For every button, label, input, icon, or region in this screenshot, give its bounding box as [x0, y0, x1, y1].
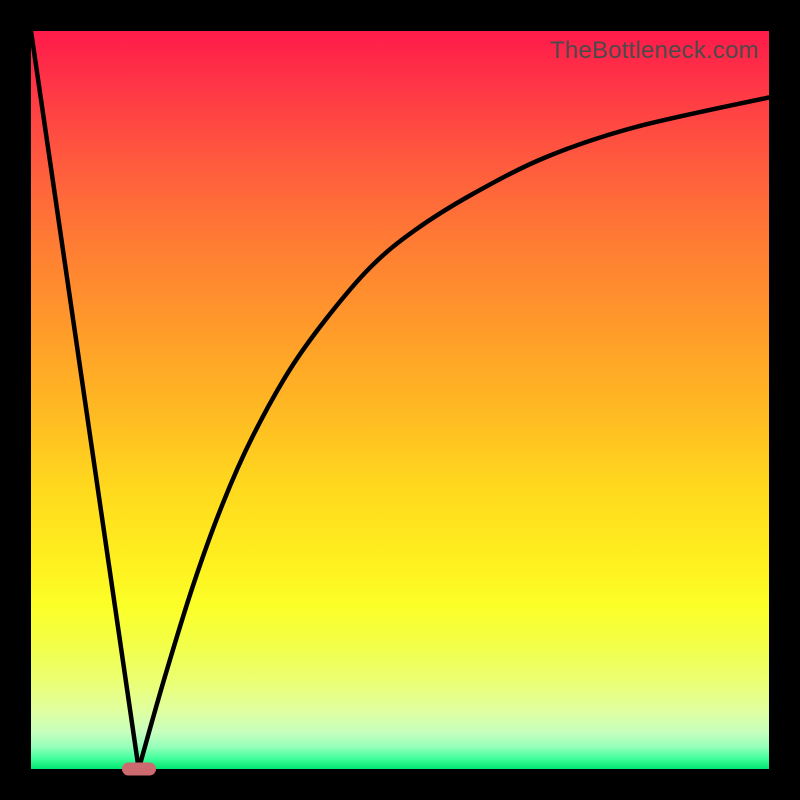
curve-left-branch: [31, 31, 139, 769]
curve-right-branch: [139, 97, 769, 769]
chart-frame: TheBottleneck.com: [0, 0, 800, 800]
curve-layer: [31, 31, 769, 769]
plot-area: TheBottleneck.com: [31, 31, 769, 769]
minimum-marker-icon: [122, 763, 156, 776]
